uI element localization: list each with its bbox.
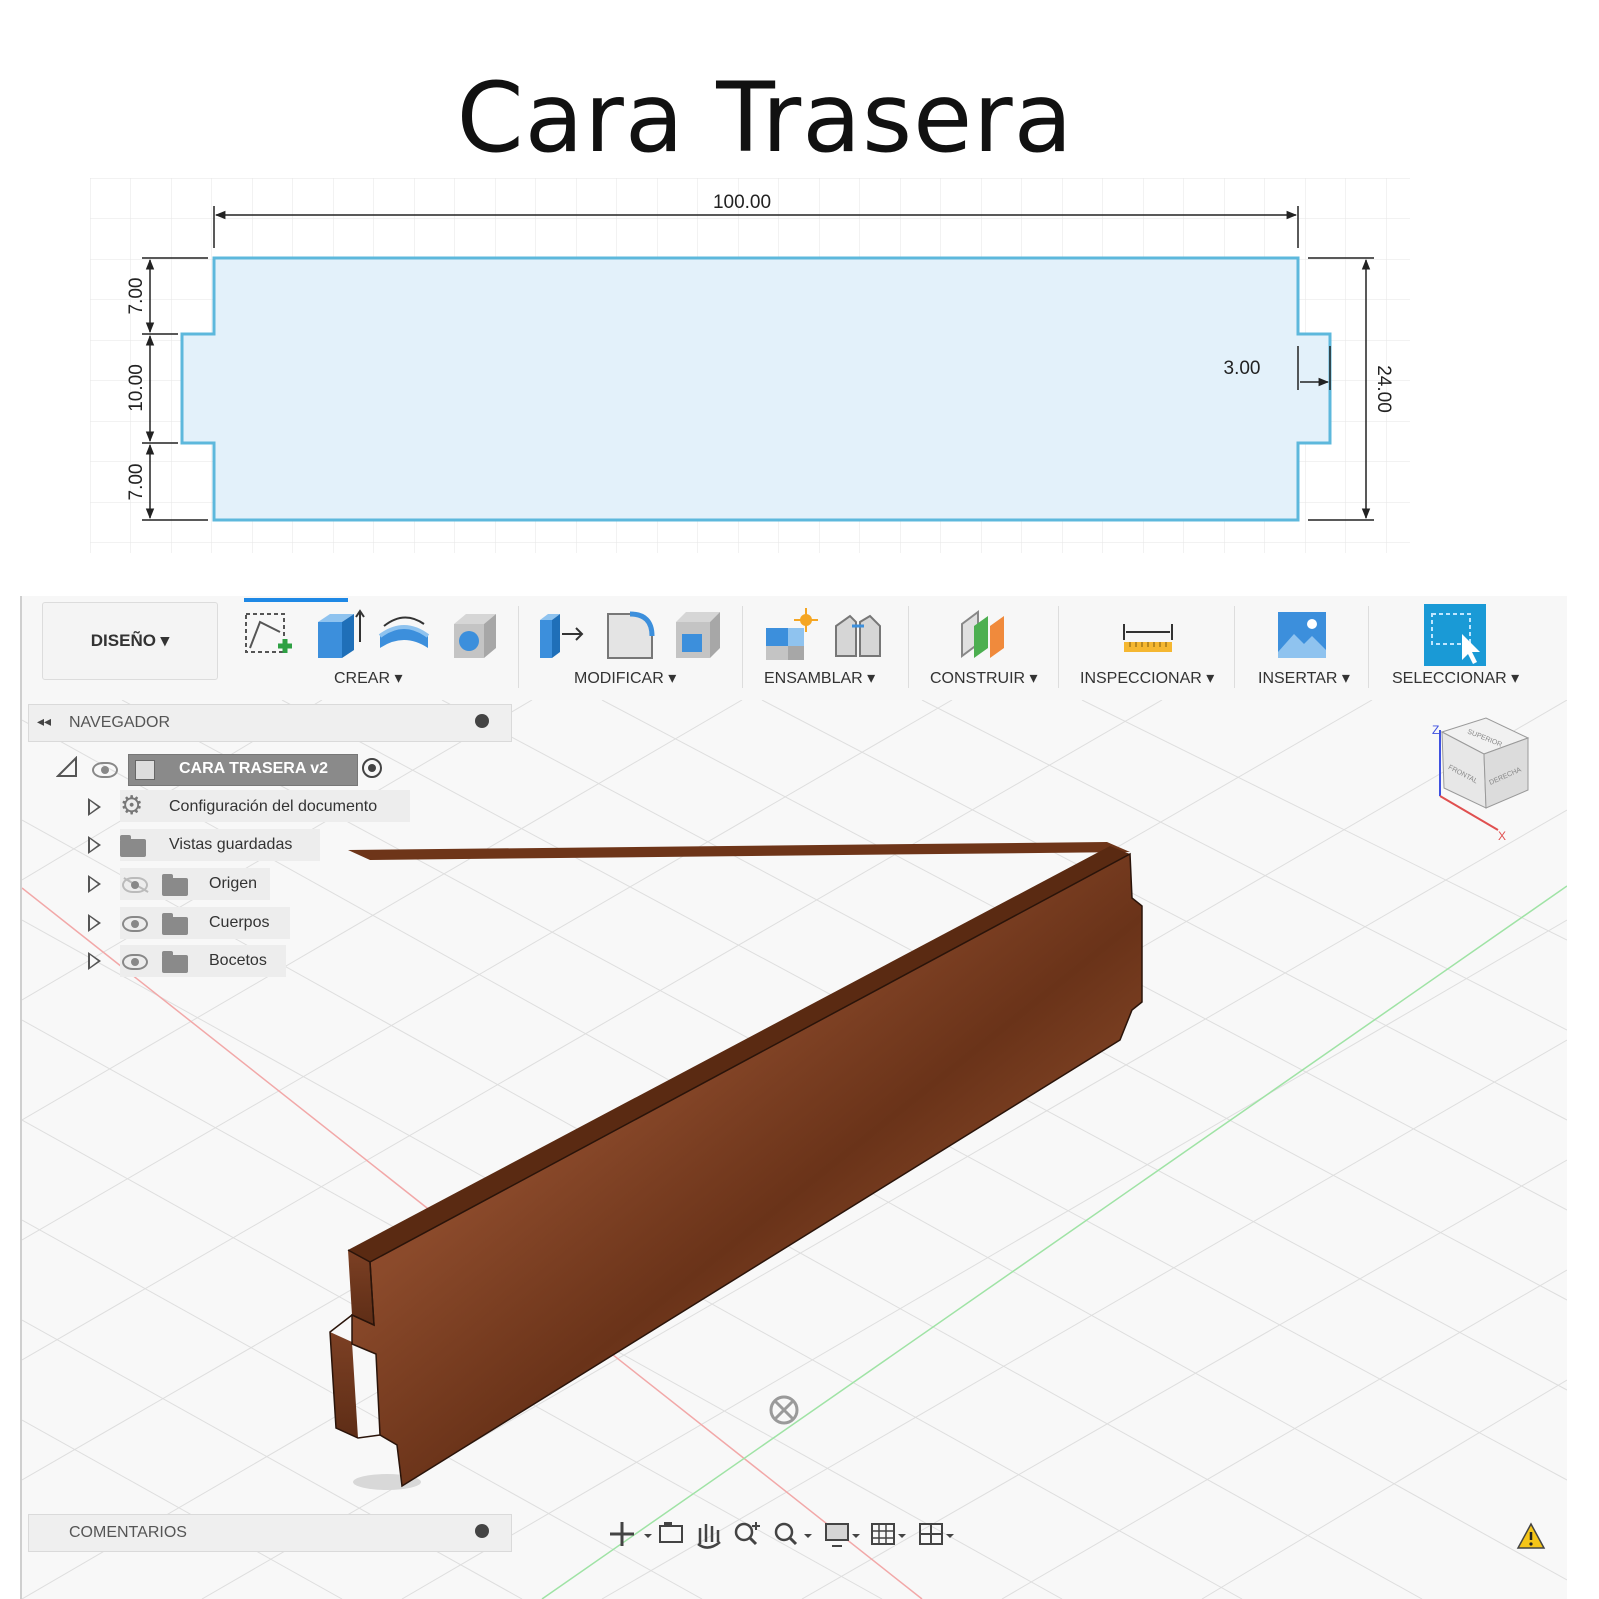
extrude-icon[interactable] bbox=[310, 608, 366, 662]
warning-icon[interactable] bbox=[1516, 1522, 1546, 1550]
pan-hand-icon[interactable] bbox=[697, 1524, 721, 1549]
expand-arrow-icon[interactable] bbox=[88, 836, 101, 854]
tab-dimension: 3.00 bbox=[1224, 358, 1261, 379]
comments-title: COMENTARIOS bbox=[69, 1524, 187, 1541]
tree-item-label: Origen bbox=[209, 875, 258, 892]
tree-item-label: Configuración del documento bbox=[169, 798, 378, 815]
select-menu[interactable]: SELECCIONAR ▾ bbox=[1392, 668, 1519, 688]
navigator-title: NAVEGADOR bbox=[69, 714, 171, 731]
folder-icon bbox=[162, 951, 188, 973]
assemble-menu[interactable]: ENSAMBLAR ▾ bbox=[764, 668, 875, 688]
tree-item-label: Cuerpos bbox=[209, 914, 270, 931]
eye-hidden-icon[interactable] bbox=[122, 877, 149, 893]
expand-arrow-icon[interactable] bbox=[88, 875, 101, 893]
measure-icon[interactable] bbox=[1120, 608, 1176, 662]
fit-zoom-icon[interactable] bbox=[774, 1522, 812, 1546]
page-title: Cara Trasera bbox=[456, 62, 1074, 174]
expand-arrow-icon[interactable] bbox=[88, 914, 101, 932]
expand-arrow-icon[interactable] bbox=[88, 798, 101, 816]
folder-icon bbox=[162, 874, 188, 896]
create-menu[interactable]: CREAR ▾ bbox=[334, 668, 402, 688]
construct-menu[interactable]: CONSTRUIR ▾ bbox=[930, 668, 1038, 688]
look-at-icon[interactable] bbox=[659, 1522, 683, 1543]
root-component-label: CARA TRASERA v2 bbox=[179, 760, 329, 777]
back-face-body[interactable] bbox=[329, 842, 1143, 1490]
orbit-icon[interactable] bbox=[610, 1522, 652, 1546]
tree-item-label: Bocetos bbox=[209, 952, 267, 969]
root-expand-icon[interactable] bbox=[56, 756, 78, 778]
active-tab-indicator bbox=[244, 598, 348, 602]
add-comment-icon[interactable] bbox=[475, 1524, 489, 1538]
tree-item-label: Vistas guardadas bbox=[169, 836, 293, 853]
zoom-icon[interactable] bbox=[734, 1522, 760, 1546]
activate-radio-icon[interactable] bbox=[362, 758, 382, 778]
folder-icon bbox=[162, 913, 188, 935]
folder-icon bbox=[120, 835, 146, 857]
comments-panel[interactable]: COMENTARIOS bbox=[28, 1514, 512, 1552]
cad-application-window: DISEÑO ▾ CREAR ▾ MODIFICAR ▾ ENSAMBLAR ▾… bbox=[20, 596, 1567, 1599]
component-icon bbox=[135, 760, 155, 780]
viewcube-x-label: X bbox=[1498, 829, 1506, 843]
origin-marker bbox=[769, 1395, 799, 1425]
left-middle-dimension: 10.00 bbox=[126, 364, 147, 412]
workspace-dropdown[interactable]: DISEÑO ▾ bbox=[42, 602, 218, 680]
view-cube[interactable]: Z X SUPERIOR FRONTAL DERECHA bbox=[1432, 717, 1530, 843]
joint-icon[interactable] bbox=[830, 608, 886, 662]
new-component-icon[interactable] bbox=[762, 608, 818, 662]
navigator-header[interactable]: ◂◂ NAVEGADOR bbox=[28, 704, 512, 742]
gear-icon: ⚙ bbox=[120, 790, 144, 820]
grid-settings-icon[interactable] bbox=[871, 1523, 906, 1545]
display-settings-icon[interactable] bbox=[825, 1523, 860, 1547]
inspect-menu[interactable]: INSPECCIONAR ▾ bbox=[1080, 668, 1214, 688]
eye-icon[interactable] bbox=[92, 762, 118, 778]
expand-arrow-icon[interactable] bbox=[88, 952, 101, 970]
sketch-drawing: 100.00 7.00 10.00 7.00 3.00 24.00 bbox=[90, 178, 1410, 553]
shell-icon[interactable] bbox=[670, 608, 726, 662]
revolve-icon[interactable] bbox=[376, 608, 432, 662]
height-dimension: 24.00 bbox=[1373, 365, 1394, 413]
hole-icon[interactable] bbox=[446, 608, 502, 662]
navigation-bar bbox=[610, 1522, 954, 1549]
viewports-icon[interactable] bbox=[919, 1523, 954, 1545]
eye-icon[interactable] bbox=[122, 954, 148, 970]
insert-image-icon[interactable] bbox=[1274, 608, 1330, 662]
new-sketch-icon[interactable] bbox=[240, 608, 296, 662]
eye-icon[interactable] bbox=[122, 916, 148, 932]
press-pull-icon[interactable] bbox=[534, 608, 590, 662]
left-top-dimension: 7.00 bbox=[126, 278, 147, 315]
left-bottom-dimension: 7.00 bbox=[126, 464, 147, 501]
modify-menu[interactable]: MODIFICAR ▾ bbox=[574, 668, 676, 688]
root-component[interactable]: CARA TRASERA v2 bbox=[128, 754, 358, 786]
insert-menu[interactable]: INSERTAR ▾ bbox=[1258, 668, 1350, 688]
select-icon[interactable] bbox=[1424, 604, 1486, 666]
fillet-icon[interactable] bbox=[602, 608, 658, 662]
viewcube-z-label: Z bbox=[1432, 723, 1439, 737]
navigator-pin-icon[interactable] bbox=[475, 714, 489, 728]
width-dimension: 100.00 bbox=[713, 192, 771, 213]
collapse-icon[interactable]: ◂◂ bbox=[37, 713, 51, 730]
offset-plane-icon[interactable] bbox=[958, 608, 1014, 662]
main-toolbar: DISEÑO ▾ CREAR ▾ MODIFICAR ▾ ENSAMBLAR ▾… bbox=[22, 596, 1567, 701]
back-face-profile bbox=[180, 256, 1332, 522]
